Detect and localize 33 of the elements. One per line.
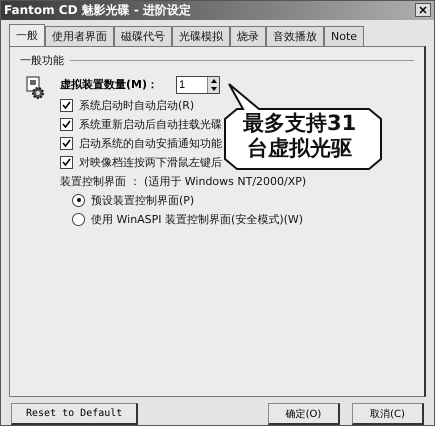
tab[interactable]: 磁碟代号 bbox=[114, 26, 172, 47]
tab[interactable]: 音效播放 bbox=[266, 26, 324, 47]
radio-label: 预设装置控制界面(P) bbox=[91, 192, 194, 208]
close-icon bbox=[419, 6, 427, 14]
reset-button[interactable]: Reset to Default bbox=[11, 403, 138, 425]
radio-label: 使用 WinASPI 装置控制界面(安全模式)(W) bbox=[91, 212, 304, 227]
tab[interactable]: 光碟模拟 bbox=[172, 26, 230, 47]
interface-label: 装置控制界面 ： (适用于 Windows NT/2000/XP) bbox=[60, 174, 306, 189]
checkbox-label: 系统重新启动后自动挂载光碟 bbox=[79, 116, 222, 132]
callout-text: 台虚拟光驱 bbox=[247, 136, 352, 161]
checkbox-label: 启动系统的自动安插通知功能 bbox=[79, 136, 222, 151]
checkbox-label: 系统启动时自动启动(R) bbox=[79, 98, 194, 113]
radio-button[interactable] bbox=[72, 212, 85, 226]
tab[interactable]: Note bbox=[324, 26, 364, 47]
device-count-spinner[interactable]: 1 bbox=[176, 76, 220, 94]
group-title: 一般功能 bbox=[20, 52, 64, 68]
device-count-label: 虚拟装置数量(M)： bbox=[60, 77, 158, 92]
checkbox[interactable] bbox=[60, 98, 73, 112]
close-button[interactable] bbox=[415, 3, 431, 18]
ok-button[interactable]: 确定(O) bbox=[268, 403, 340, 425]
checkbox[interactable] bbox=[60, 118, 73, 131]
gear-icon bbox=[24, 76, 46, 100]
tab[interactable]: 一般 bbox=[9, 24, 45, 47]
checkbox[interactable] bbox=[60, 136, 73, 150]
tab[interactable]: 使用者界面 bbox=[45, 26, 114, 47]
spin-arrows-icon[interactable] bbox=[207, 76, 220, 93]
window-title: Fantom CD 魅影光碟 - 进阶设定 bbox=[4, 2, 192, 19]
checkbox[interactable] bbox=[60, 156, 73, 169]
radio-button[interactable] bbox=[72, 194, 85, 207]
tab[interactable]: 烧录 bbox=[230, 26, 266, 47]
cancel-button[interactable]: 取消(C) bbox=[352, 403, 424, 425]
checkbox-label: 对映像档连按两下滑鼠左键后 bbox=[79, 154, 222, 170]
callout-text: 最多支持31 bbox=[243, 111, 356, 136]
